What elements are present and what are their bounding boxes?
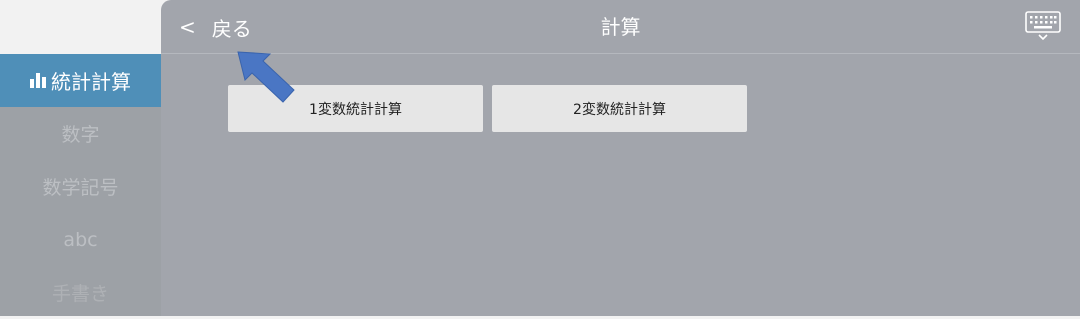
sidebar-item-label: 数字	[61, 124, 100, 146]
sidebar-item-math-symbols[interactable]: 数学記号	[0, 160, 161, 213]
sidebar-item-label: 統計計算	[51, 70, 131, 94]
sidebar-item-abc[interactable]: abc	[0, 213, 161, 266]
two-variable-stats-button[interactable]: 2変数統計計算	[492, 85, 747, 132]
keyboard-icon[interactable]	[1025, 11, 1061, 41]
sidebar-item-label: 手書き	[51, 283, 109, 305]
pointer-arrow-icon	[237, 51, 295, 103]
sidebar: 統計計算 数字 数学記号 abc 手書き	[0, 54, 161, 316]
sidebar-item-handwriting[interactable]: 手書き	[0, 266, 161, 319]
sidebar-item-label: abc	[63, 228, 98, 251]
sidebar-item-stats[interactable]: 統計計算	[0, 54, 161, 107]
page-title: 計算	[600, 15, 641, 39]
sidebar-item-label: 数学記号	[42, 177, 119, 199]
bar-chart-icon	[30, 73, 46, 88]
main-panel: < 戻る 計算 1変数統計計算 2変数統計計算	[161, 0, 1080, 316]
sidebar-item-numbers[interactable]: 数字	[0, 107, 161, 160]
top-bar: < 戻る 計算	[161, 0, 1080, 54]
